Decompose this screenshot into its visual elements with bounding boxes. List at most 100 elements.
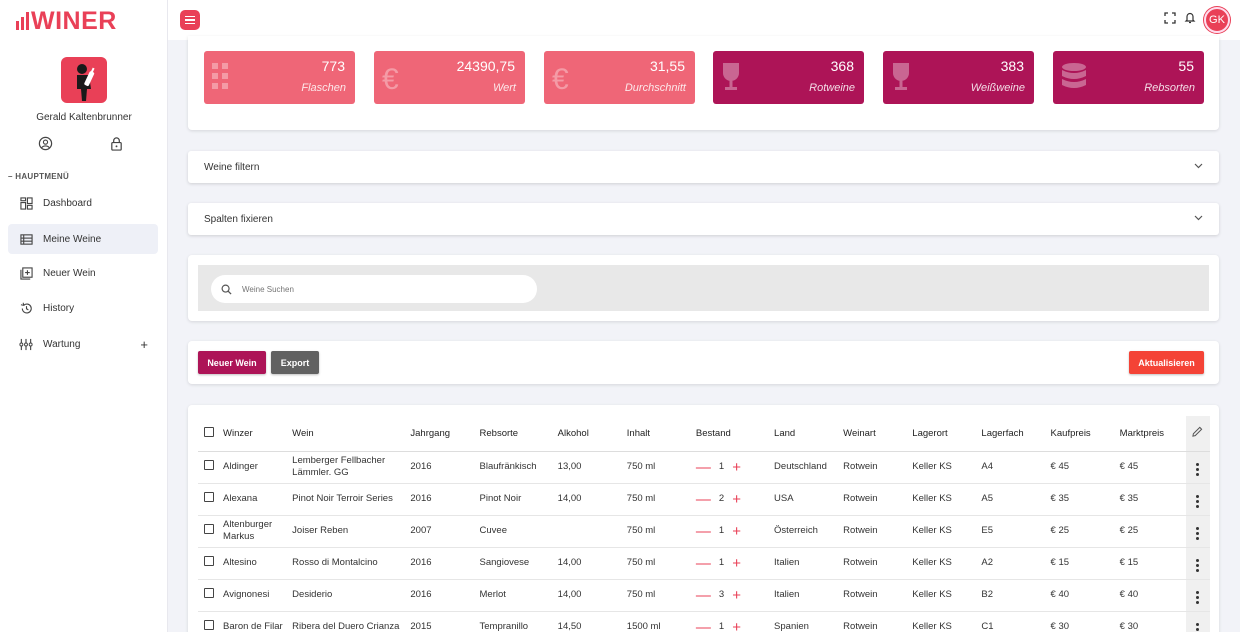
row-select-cell: [198, 515, 224, 548]
land-cell: USA: [774, 483, 844, 516]
increase-stock-button[interactable]: +: [732, 492, 741, 507]
fix-columns-panel-header[interactable]: Spalten fixieren: [188, 203, 1219, 235]
sidebar-item-label: History: [43, 302, 75, 314]
decrease-stock-button[interactable]: —: [696, 524, 711, 539]
land-cell: Italien: [774, 547, 844, 580]
weinart-cell: Rotwein: [843, 483, 913, 516]
bell-icon[interactable]: [1184, 11, 1196, 29]
column-header[interactable]: Jahrgang: [410, 416, 480, 452]
row-menu-cell: [1185, 515, 1210, 548]
bestand-cell: — 1 +: [695, 451, 775, 484]
row-checkbox[interactable]: [204, 523, 214, 534]
column-header[interactable]: Bestand: [695, 416, 775, 452]
table-row[interactable]: Aldinger Lemberger Fellbacher Lämmler. GG…: [198, 451, 1210, 484]
decrease-stock-button[interactable]: —: [696, 492, 711, 507]
lock-icon[interactable]: [109, 136, 124, 151]
refresh-button[interactable]: Aktualisieren: [1129, 351, 1204, 374]
search-input[interactable]: [242, 284, 492, 294]
column-header[interactable]: Inhalt: [626, 416, 696, 452]
wein-cell: Joiser Reben: [292, 515, 411, 548]
avatar[interactable]: GK: [1204, 7, 1230, 33]
weinart-cell: Rotwein: [843, 515, 913, 548]
sidebar-item-neuer-wein[interactable]: Neuer Wein: [8, 258, 158, 288]
stat-durchschnitt: € 31,55 Durchschnitt: [544, 51, 695, 104]
select-all-checkbox[interactable]: [204, 426, 214, 437]
decrease-stock-button[interactable]: —: [696, 460, 711, 475]
table-row[interactable]: Avignonesi Desiderio 2016 Merlot 14,00 750 ml…: [198, 579, 1210, 612]
column-header[interactable]: Rebsorte: [479, 416, 558, 452]
sidebar-item-meine-weine[interactable]: Meine Weine: [8, 224, 158, 254]
increase-stock-button[interactable]: +: [732, 588, 741, 603]
marktpreis-cell: € 45: [1119, 451, 1186, 484]
column-header[interactable]: Land: [774, 416, 844, 452]
row-checkbox[interactable]: [204, 619, 214, 630]
more-vert-icon[interactable]: [1196, 495, 1200, 508]
stat-label: Durchschnitt: [624, 82, 686, 94]
decrease-stock-button[interactable]: —: [696, 556, 711, 571]
kaufpreis-cell: € 45: [1050, 451, 1120, 484]
winzer-cell: Altesino: [223, 547, 293, 580]
fullscreen-icon[interactable]: [1164, 11, 1176, 29]
winzer-cell: Avignonesi: [223, 579, 293, 612]
increase-stock-button[interactable]: +: [732, 524, 741, 539]
filter-panel-header[interactable]: Weine filtern: [188, 151, 1219, 183]
more-vert-icon[interactable]: [1196, 559, 1200, 572]
row-checkbox[interactable]: [204, 459, 214, 470]
logo-bars-icon: [16, 12, 29, 30]
increase-stock-button[interactable]: +: [732, 620, 741, 632]
column-header[interactable]: Wein: [292, 416, 411, 452]
land-cell: Spanien: [774, 611, 844, 632]
increase-stock-button[interactable]: +: [732, 460, 741, 475]
alkohol-cell: 14,00: [557, 579, 627, 612]
column-header[interactable]: Kaufpreis: [1050, 416, 1120, 452]
winzer-cell: Altenburger Markus: [223, 515, 293, 548]
stat-value: 24390,75: [456, 58, 515, 74]
column-header[interactable]: Winzer: [223, 416, 293, 452]
table-row[interactable]: Baron de Filar Ribera del Duero Crianza 20…: [198, 611, 1210, 632]
lagerfach-cell: A4: [981, 451, 1051, 484]
marktpreis-cell: € 35: [1119, 483, 1186, 516]
decrease-stock-button[interactable]: —: [696, 588, 711, 603]
new-wine-button[interactable]: Neuer Wein: [198, 351, 266, 374]
column-header[interactable]: Lagerfach: [981, 416, 1051, 452]
pencil-icon[interactable]: [1192, 426, 1203, 437]
kaufpreis-cell: € 15: [1050, 547, 1120, 580]
stock-count: 1: [718, 556, 725, 568]
table-row[interactable]: Alexana Pinot Noir Terroir Series 2016 Pino…: [198, 483, 1210, 516]
menu-toggle-button[interactable]: [180, 10, 200, 30]
user-avatar[interactable]: [61, 57, 107, 103]
row-select-cell: [198, 483, 224, 516]
alkohol-cell: 14,00: [557, 483, 627, 516]
logo-text: WINER: [31, 6, 117, 35]
row-checkbox[interactable]: [204, 587, 214, 598]
decrease-stock-button[interactable]: —: [696, 620, 711, 632]
sidebar-item-wartung[interactable]: Wartung +: [8, 329, 158, 359]
expand-icon[interactable]: +: [140, 337, 148, 352]
table-row[interactable]: Altesino Rosso di Montalcino 2016 Sangioves…: [198, 547, 1210, 580]
row-select-cell: [198, 611, 224, 632]
more-vert-icon[interactable]: [1196, 463, 1200, 476]
export-button[interactable]: Export: [271, 351, 319, 374]
app-logo[interactable]: WINER: [16, 6, 117, 35]
table-header-row: Winzer Wein Jahrgang Rebsorte Alkohol In…: [198, 416, 1210, 452]
stock-count: 1: [718, 620, 725, 632]
profile-icon[interactable]: [38, 136, 53, 151]
row-checkbox[interactable]: [204, 491, 214, 502]
table-row[interactable]: Altenburger Markus Joiser Reben 2007 Cuvee 7…: [198, 515, 1210, 548]
increase-stock-button[interactable]: +: [732, 556, 741, 571]
more-vert-icon[interactable]: [1196, 527, 1200, 540]
column-header[interactable]: Alkohol: [557, 416, 627, 452]
sidebar-item-history[interactable]: History: [8, 293, 158, 323]
euro-icon: €: [382, 63, 399, 93]
sidebar: WINER Gerald Kaltenbrunner – HAUPTMENÜ D…: [0, 0, 168, 632]
chevron-down-icon: [1194, 163, 1203, 169]
column-header[interactable]: Lagerort: [912, 416, 982, 452]
column-header[interactable]: Weinart: [843, 416, 913, 452]
menu-heading: – HAUPTMENÜ: [8, 172, 70, 181]
sidebar-item-dashboard[interactable]: Dashboard: [8, 188, 158, 218]
column-header[interactable]: Marktpreis: [1119, 416, 1186, 452]
more-vert-icon[interactable]: [1196, 591, 1200, 604]
more-vert-icon[interactable]: [1196, 623, 1200, 632]
jahrgang-cell: 2016: [410, 451, 480, 484]
row-checkbox[interactable]: [204, 555, 214, 566]
